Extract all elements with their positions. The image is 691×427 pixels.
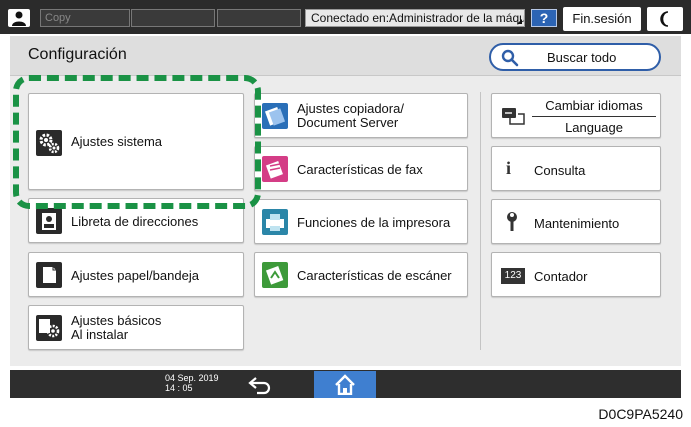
counter-icon: 123	[501, 268, 525, 284]
copy-label: Copy	[45, 12, 71, 24]
highlight-frame	[13, 75, 261, 209]
printer-features-button[interactable]: Funciones de la impresora	[254, 199, 468, 244]
search-icon	[501, 49, 519, 67]
date-time: 04 Sep. 2019 14 : 05	[165, 373, 219, 393]
date-label: 04 Sep. 2019	[165, 373, 219, 383]
moon-icon	[660, 11, 669, 27]
initial-settings-button[interactable]: Ajustes básicos Al instalar	[28, 305, 244, 350]
help-button[interactable]: ?	[531, 9, 557, 27]
copier-settings-label-line2: Document Server	[297, 115, 399, 130]
counter-label: Contador	[534, 269, 588, 284]
home-button[interactable]	[314, 371, 376, 398]
back-arrow-icon	[248, 377, 271, 395]
maintenance-button[interactable]: Mantenimiento	[491, 199, 661, 244]
scanner-features-button[interactable]: Características de escáner	[254, 252, 468, 297]
home-icon	[335, 374, 355, 395]
address-book-icon	[36, 208, 62, 234]
change-language-label: Cambiar idiomas	[545, 98, 643, 113]
column-divider	[480, 92, 481, 350]
status-segment	[217, 9, 301, 27]
copier-icon	[262, 103, 288, 129]
wrench-icon	[503, 211, 523, 233]
initial-settings-icon	[36, 315, 62, 341]
info-icon: i	[506, 158, 512, 178]
corner-marker-icon	[517, 19, 522, 24]
page-title: Configuración	[28, 46, 127, 63]
status-bar: Copy Conectado en:Administrador de la má…	[0, 0, 691, 34]
back-button[interactable]	[246, 373, 276, 395]
printer-features-label: Funciones de la impresora	[297, 215, 451, 230]
copier-settings-button[interactable]: Ajustes copiadora/ Document Server	[254, 93, 468, 138]
printer-icon	[262, 209, 288, 235]
connection-status[interactable]: Conectado en:Administrador de la máquina	[305, 9, 525, 27]
inquiry-button[interactable]: i Consulta	[491, 146, 661, 191]
language-icon	[500, 105, 526, 127]
language-sublabel: Language	[565, 120, 623, 135]
fax-icon	[262, 156, 288, 182]
maintenance-label: Mantenimiento	[534, 216, 620, 231]
status-segment	[131, 9, 215, 27]
language-separator	[532, 116, 656, 117]
figure-code: D0C9PA5240	[598, 406, 683, 422]
inquiry-label: Consulta	[534, 163, 586, 178]
fax-features-button[interactable]: Características de fax	[254, 146, 468, 191]
search-all-label: Buscar todo	[547, 50, 617, 65]
address-book-label: Libreta de direcciones	[71, 214, 199, 229]
scanner-features-label: Características de escáner	[297, 268, 452, 283]
paper-tray-icon	[36, 262, 62, 288]
connection-label: Conectado en:Administrador de la máquina	[311, 11, 525, 25]
initial-settings-label-line2: Al instalar	[71, 327, 129, 342]
logout-button[interactable]: Fin.sesión	[563, 7, 641, 31]
time-label: 14 : 05	[165, 383, 193, 393]
scanner-icon	[262, 262, 288, 288]
initial-settings-label-line1: Ajustes básicos	[71, 313, 162, 328]
paper-tray-button[interactable]: Ajustes papel/bandeja	[28, 252, 244, 297]
search-all-button[interactable]: Buscar todo	[489, 43, 661, 71]
paper-tray-label: Ajustes papel/bandeja	[71, 268, 199, 283]
change-language-button[interactable]: Cambiar idiomas Language	[491, 93, 661, 138]
copier-settings-label-line1: Ajustes copiadora/	[297, 101, 404, 116]
user-icon[interactable]	[8, 9, 30, 27]
sleep-button[interactable]	[647, 7, 683, 31]
copy-indicator: Copy	[40, 9, 130, 27]
counter-button[interactable]: 123 Contador	[491, 252, 661, 297]
fax-features-label: Características de fax	[297, 162, 423, 177]
